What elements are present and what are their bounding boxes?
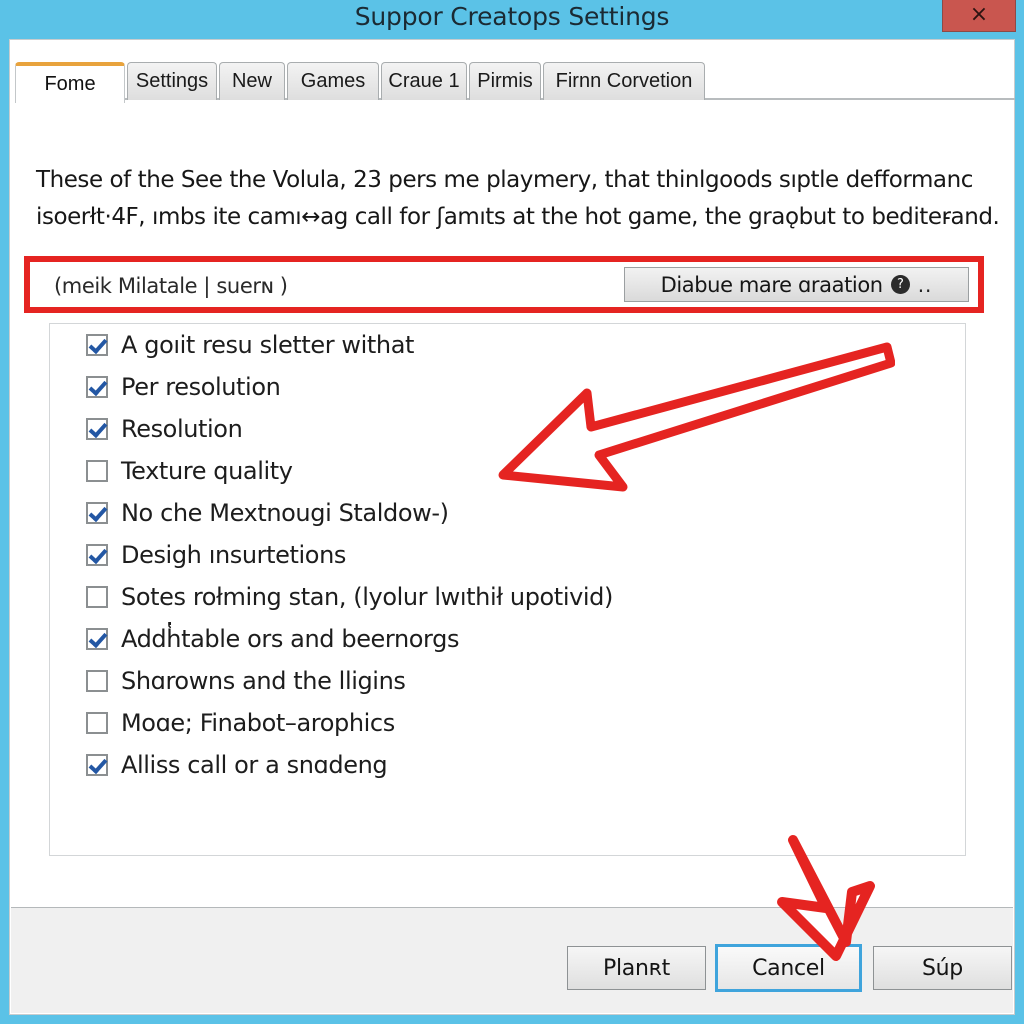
option-row[interactable]: Addh̔table ors and beernorgs [50, 618, 965, 660]
tab-craue-1[interactable]: Craue 1 [381, 62, 467, 100]
settings-window: Suppor Creatops Settings × Fome Settings N… [0, 0, 1024, 1024]
tab-label: Pirmis [477, 70, 533, 92]
close-icon: × [969, 2, 989, 27]
checkbox-unchecked-icon[interactable] [86, 670, 108, 692]
disable-creation-button[interactable]: Diabue mare ɑraation ? .. [624, 267, 969, 302]
option-row[interactable]: Shɑrowns and the lligins [50, 660, 965, 702]
checkbox-unchecked-icon[interactable] [86, 586, 108, 608]
tab-label: Craue 1 [388, 70, 460, 92]
tab-fome[interactable]: Fome [15, 62, 125, 103]
tab-new[interactable]: New [219, 62, 285, 100]
option-label: Desigh ınsurtetions [121, 541, 347, 569]
sup-button-label: Súp [922, 955, 963, 981]
checkbox-checked-icon[interactable] [86, 502, 108, 524]
tab-label: Fome [44, 73, 96, 95]
tab-settings[interactable]: Settings [127, 62, 217, 100]
close-button[interactable]: × [942, 0, 1016, 32]
title-bar: Suppor Creatops Settings × [0, 0, 1024, 40]
checkbox-checked-icon[interactable] [86, 334, 108, 356]
sup-button[interactable]: Súp [873, 946, 1012, 990]
help-circle-icon[interactable]: ? [890, 275, 910, 294]
tab-label: Settings [135, 70, 209, 92]
tab-strip: Fome Settings New Games Craue 1 Pirmis Firnn C… [15, 58, 1015, 103]
option-label: Resolution [121, 415, 243, 443]
checkbox-checked-icon[interactable] [86, 418, 108, 440]
tab-label: Games [300, 70, 366, 92]
disable-creation-label: Diabue mare ɑraation [660, 272, 884, 297]
option-label: Per resolution [121, 373, 281, 401]
option-row[interactable]: Resolution [50, 408, 965, 450]
description-line-1: These of the See the Volula, 23 pers me … [36, 167, 973, 193]
tab-firnn-corvetion[interactable]: Firnn Corvetion [543, 62, 705, 100]
cancel-button-label: Cancel [752, 955, 825, 981]
footer-bar: Planʀt Cancel Súp [11, 907, 1013, 1013]
options-list[interactable]: A goıit resu sletter withat Per resolutio… [49, 323, 966, 856]
option-row[interactable]: Alliss call or a snɑdeng [50, 744, 965, 786]
tab-games[interactable]: Games [287, 62, 379, 100]
option-label: A goıit resu sletter withat [121, 331, 415, 359]
checkbox-unchecked-icon[interactable] [86, 460, 108, 482]
checkbox-checked-icon[interactable] [86, 376, 108, 398]
apply-button-label: Planʀt [603, 955, 670, 981]
apply-button[interactable]: Planʀt [567, 946, 706, 990]
window-title: Suppor Creatops Settings [354, 2, 670, 31]
option-label: Alliss call or a snɑdeng [121, 751, 388, 779]
tab-pirmis[interactable]: Pirmis [469, 62, 541, 100]
option-row[interactable]: Sotes rołming stan, (lyolur lwıthił upot… [50, 576, 965, 618]
description-text: These of the See the Volula, 23 pers me … [36, 162, 1000, 236]
option-label: Texture quality [121, 457, 293, 485]
option-row[interactable]: Texture quality [50, 450, 965, 492]
profile-label: (meik Milatale | suerɴ ) [54, 274, 288, 298]
highlighted-profile-row: (meik Milatale | suerɴ ) Diabue mare ɑra… [24, 256, 984, 313]
option-label: Moɑe; Finabot–arophics [121, 709, 395, 737]
option-label: Addh̔table ors and beernorgs [121, 625, 460, 653]
option-label: Shɑrowns and the lligins [121, 667, 406, 695]
dialog-body: Fome Settings New Games Craue 1 Pirmis Firnn C… [9, 39, 1015, 1015]
tab-label: New [231, 70, 272, 92]
option-label: No che Mextnougi Staldow-) [121, 499, 449, 527]
option-label: Sotes rołming stan, (lyolur lwıthił upot… [121, 583, 613, 611]
cancel-button[interactable]: Cancel [715, 944, 862, 992]
tab-label: Firnn Corvetion [555, 70, 693, 92]
option-row[interactable]: Moɑe; Finabot–arophics [50, 702, 965, 744]
option-row[interactable]: A goıit resu sletter withat [50, 324, 965, 366]
checkbox-checked-icon[interactable] [86, 628, 108, 650]
checkbox-checked-icon[interactable] [86, 754, 108, 776]
description-line-2: isoerłt·4F, ımbs ite camı↔ag call for ʃa… [36, 204, 1000, 230]
ellipsis-label: .. [917, 272, 933, 297]
option-row[interactable]: Per resolution [50, 366, 965, 408]
option-row[interactable]: No che Mextnougi Staldow-) [50, 492, 965, 534]
checkbox-unchecked-icon[interactable] [86, 712, 108, 734]
option-row[interactable]: Desigh ınsurtetions [50, 534, 965, 576]
checkbox-checked-icon[interactable] [86, 544, 108, 566]
